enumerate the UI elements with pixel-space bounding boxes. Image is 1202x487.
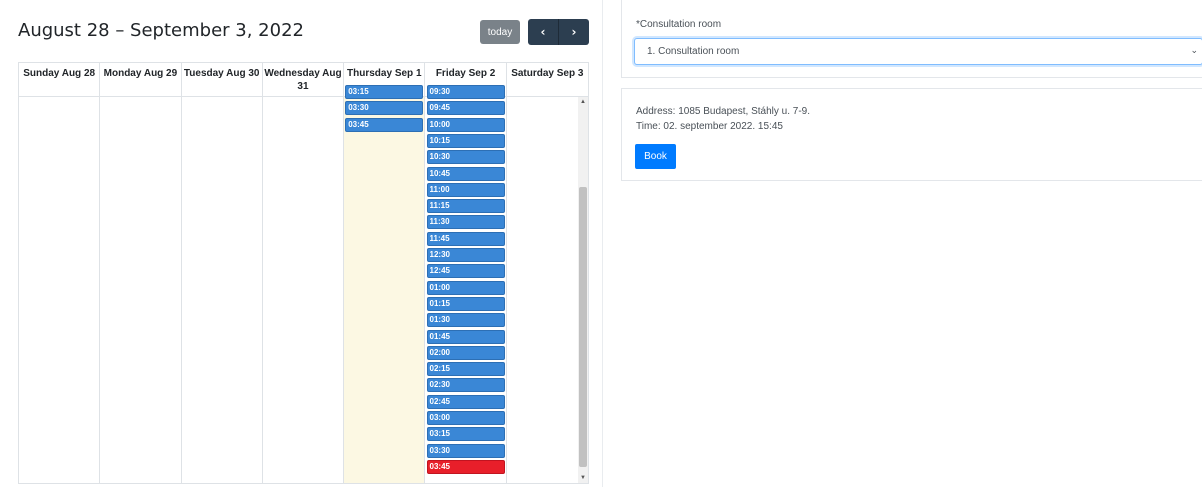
friday-slot[interactable]: 03:15 xyxy=(426,427,505,442)
day-column-sat[interactable] xyxy=(507,97,588,483)
room-label: *Consultation room xyxy=(636,19,722,30)
time-text: Time: 02. september 2022. 15:45 xyxy=(636,121,783,132)
friday-slot[interactable]: 09:45 xyxy=(426,101,505,116)
calendar-scrollbar[interactable]: ▲ ▼ xyxy=(578,97,588,483)
friday-slot[interactable]: 02:00 xyxy=(426,345,505,360)
friday-slot[interactable]: 02:30 xyxy=(426,378,505,393)
nav-button-group: ‹ › xyxy=(528,19,589,45)
friday-slot[interactable]: 01:00 xyxy=(426,280,505,295)
thursday-slot[interactable]: 03:30 xyxy=(345,101,424,116)
friday-slot[interactable]: 11:45 xyxy=(426,231,505,246)
time-grid-body[interactable]: 03:15 03:30 03:45 09:30 09:45 10:00 10:15 10:3… xyxy=(19,85,588,483)
week-grid: Sunday Aug 28 Monday Aug 29 Tuesday Aug … xyxy=(18,62,589,484)
friday-slot[interactable]: 12:45 xyxy=(426,264,505,279)
prev-week-button[interactable]: ‹ xyxy=(528,19,558,45)
friday-slot[interactable]: 02:45 xyxy=(426,394,505,409)
room-select[interactable]: 1. Consultation room ⌄ xyxy=(634,38,1202,65)
friday-slot[interactable]: 11:15 xyxy=(426,199,505,214)
room-select-value: 1. Consultation room xyxy=(647,46,740,57)
selected-slot[interactable]: 03:45 xyxy=(426,459,505,474)
today-button[interactable]: today xyxy=(480,20,520,44)
day-column-thu[interactable]: 03:15 03:30 03:45 xyxy=(344,85,426,483)
calendar-title: August 28 – September 3, 2022 xyxy=(18,20,304,41)
friday-slot[interactable]: 11:00 xyxy=(426,182,505,197)
scroll-down-icon[interactable]: ▼ xyxy=(578,473,588,483)
day-header-sat: Saturday Sep 3 xyxy=(511,68,584,79)
friday-slot[interactable]: 10:15 xyxy=(426,133,505,148)
booking-summary-card: Address: 1085 Budapest, Stáhly u. 7-9. T… xyxy=(621,88,1202,181)
friday-slot[interactable]: 10:45 xyxy=(426,166,505,181)
day-header-tue: Tuesday Aug 30 xyxy=(182,63,263,96)
scroll-thumb[interactable] xyxy=(579,187,587,467)
day-column-tue[interactable] xyxy=(182,97,263,483)
friday-slot[interactable]: 01:30 xyxy=(426,313,505,328)
friday-slot[interactable]: 02:15 xyxy=(426,362,505,377)
next-week-button[interactable]: › xyxy=(558,19,589,45)
chevron-down-icon: ⌄ xyxy=(1190,45,1198,55)
friday-slot[interactable]: 01:15 xyxy=(426,296,505,311)
panel-divider xyxy=(602,0,603,487)
friday-slot[interactable]: 01:45 xyxy=(426,329,505,344)
friday-slot[interactable]: 09:30 xyxy=(426,85,505,99)
friday-slot[interactable]: 03:30 xyxy=(426,443,505,458)
friday-slot[interactable]: 10:00 xyxy=(426,117,505,132)
address-text: Address: 1085 Budapest, Stáhly u. 7-9. xyxy=(636,106,810,117)
friday-slot[interactable]: 11:30 xyxy=(426,215,505,230)
day-column-wed[interactable] xyxy=(263,97,345,483)
book-button[interactable]: Book xyxy=(635,144,676,169)
calendar: August 28 – September 3, 2022 today ‹ › … xyxy=(18,0,589,487)
friday-slot[interactable]: 12:30 xyxy=(426,248,505,262)
scroll-up-icon[interactable]: ▲ xyxy=(578,97,588,107)
chevron-right-icon: › xyxy=(571,25,577,39)
day-column-mon[interactable] xyxy=(100,97,182,483)
day-header-sun: Sunday Aug 28 xyxy=(19,63,101,96)
thursday-slot[interactable]: 03:45 xyxy=(345,117,424,132)
friday-slot[interactable]: 10:30 xyxy=(426,150,505,165)
day-header-mon: Monday Aug 29 xyxy=(100,63,182,96)
room-select-card: *Consultation room 1. Consultation room … xyxy=(621,0,1202,78)
friday-slot[interactable]: 03:00 xyxy=(426,411,505,425)
day-column-sun[interactable] xyxy=(19,97,101,483)
thursday-slot[interactable]: 03:15 xyxy=(345,85,424,99)
day-header-wed: Wednesday Aug 31 xyxy=(263,63,345,96)
chevron-left-icon: ‹ xyxy=(540,25,546,39)
day-column-fri[interactable]: 09:30 09:45 10:00 10:15 10:30 10:45 11:00 11:15… xyxy=(426,85,507,483)
